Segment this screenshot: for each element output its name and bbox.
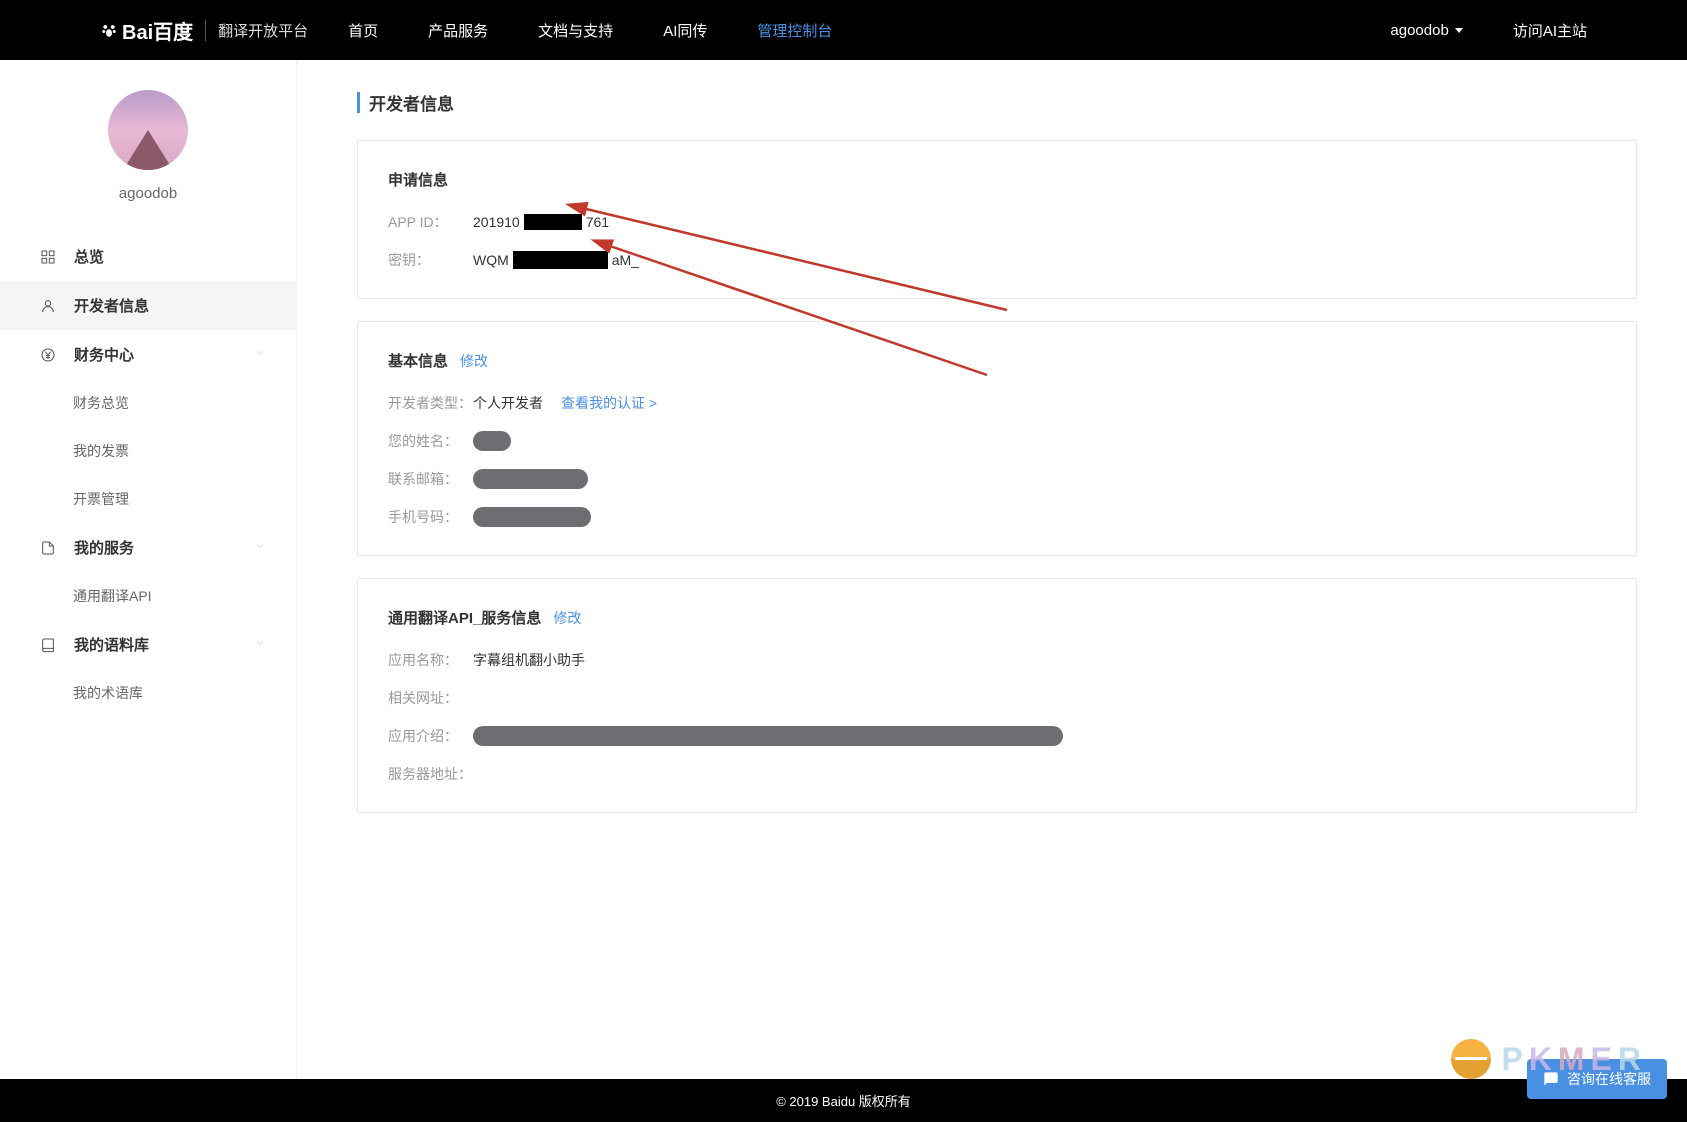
row-dev-type: 开发者类型： 个人开发者 查看我的认证 > <box>388 393 1606 413</box>
secret-value: WQMaM_ <box>473 251 639 269</box>
nav-docs[interactable]: 文档与支持 <box>538 20 613 41</box>
sidebar-label-corpus: 我的语料库 <box>74 634 149 655</box>
logo-area: Bai百度 翻译开放平台 <box>100 16 308 45</box>
logo-text: Bai百度 <box>122 16 193 45</box>
email-label: 联系邮箱： <box>388 469 473 489</box>
user-icon <box>40 298 56 314</box>
profile-area: agoodob <box>0 90 296 202</box>
chat-button[interactable]: 咨询在线客服 <box>1527 1059 1667 1099</box>
sidebar: agoodob 总览 开发者信息 财务中心 财务总览 我的发票 开票管理 我的服… <box>0 60 297 1079</box>
card-basic-info: 基本信息 修改 开发者类型： 个人开发者 查看我的认证 > 您的姓名： 联系邮箱… <box>357 321 1637 556</box>
modify-basic-link[interactable]: 修改 <box>460 351 488 371</box>
file-icon <box>40 540 56 556</box>
header-username: agoodob <box>1390 22 1448 39</box>
avatar[interactable] <box>108 90 188 170</box>
card-title-service: 通用翻译API_服务信息 修改 <box>388 607 1606 628</box>
page-title: 开发者信息 <box>357 90 1637 115</box>
main-content: 开发者信息 申请信息 APP ID： 201910761 <box>297 60 1687 1079</box>
footer: © 2019 Baidu 版权所有 <box>0 1079 1687 1122</box>
header-right: agoodob 访问AI主站 <box>1390 20 1587 41</box>
dev-type-label: 开发者类型： <box>388 393 473 413</box>
sidebar-label-services: 我的服务 <box>74 537 134 558</box>
secret-label: 密钥： <box>388 250 473 270</box>
redacted-name <box>473 431 511 451</box>
caret-down-icon <box>1455 28 1463 33</box>
top-header: Bai百度 翻译开放平台 首页 产品服务 文档与支持 AI同传 管理控制台 ag… <box>0 0 1687 60</box>
yen-icon <box>40 347 56 363</box>
row-server: 服务器地址： <box>388 764 1606 784</box>
app-id-label: APP ID： <box>388 212 473 232</box>
paw-icon <box>100 21 118 39</box>
chat-icon <box>1543 1071 1559 1087</box>
view-auth-link[interactable]: 查看我的认证 > <box>561 393 657 413</box>
sidebar-label-developer: 开发者信息 <box>74 295 149 316</box>
app-name-value: 字幕组机翻小助手 <box>473 650 585 670</box>
sidebar-item-overview[interactable]: 总览 <box>0 232 296 281</box>
redacted-intro <box>473 726 1063 746</box>
nav-ai-interp[interactable]: AI同传 <box>663 20 707 41</box>
chevron-down-icon <box>254 346 266 363</box>
row-secret: 密钥： WQMaM_ <box>388 250 1606 270</box>
card-apply-info: 申请信息 APP ID： 201910761 密钥： WQMaM_ <box>357 140 1637 299</box>
redacted-block <box>524 214 582 230</box>
chevron-down-icon <box>254 636 266 653</box>
redacted-phone <box>473 507 591 527</box>
row-app-id: APP ID： 201910761 <box>388 212 1606 232</box>
name-label: 您的姓名： <box>388 431 473 451</box>
app-id-value: 201910761 <box>473 214 609 230</box>
row-intro: 应用介绍： <box>388 726 1606 746</box>
nav-console[interactable]: 管理控制台 <box>757 20 832 41</box>
book-icon <box>40 637 56 653</box>
baidu-logo[interactable]: Bai百度 <box>100 16 193 45</box>
sidebar-menu: 总览 开发者信息 财务中心 财务总览 我的发票 开票管理 我的服务 通用翻译AP… <box>0 232 296 717</box>
modify-service-link[interactable]: 修改 <box>553 608 581 628</box>
phone-label: 手机号码： <box>388 507 473 527</box>
nav-products[interactable]: 产品服务 <box>428 20 488 41</box>
card-title-basic: 基本信息 修改 <box>388 350 1606 371</box>
sidebar-item-services[interactable]: 我的服务 <box>0 523 296 572</box>
chat-label: 咨询在线客服 <box>1567 1069 1651 1089</box>
copyright: © 2019 Baidu 版权所有 <box>776 1094 911 1109</box>
card-title-apply: 申请信息 <box>388 169 1606 190</box>
row-url: 相关网址： <box>388 688 1606 708</box>
row-phone: 手机号码： <box>388 507 1606 527</box>
nav-home[interactable]: 首页 <box>348 20 378 41</box>
sidebar-item-developer[interactable]: 开发者信息 <box>0 281 296 330</box>
intro-label: 应用介绍： <box>388 726 473 746</box>
server-label: 服务器地址： <box>388 764 473 784</box>
sidebar-item-finance[interactable]: 财务中心 <box>0 330 296 379</box>
sidebar-label-finance: 财务中心 <box>74 344 134 365</box>
url-label: 相关网址： <box>388 688 473 708</box>
ai-main-link[interactable]: 访问AI主站 <box>1513 20 1587 41</box>
container: agoodob 总览 开发者信息 财务中心 财务总览 我的发票 开票管理 我的服… <box>0 60 1687 1079</box>
sidebar-item-invoice-mgmt[interactable]: 开票管理 <box>0 475 296 523</box>
row-name: 您的姓名： <box>388 431 1606 451</box>
main-nav: 首页 产品服务 文档与支持 AI同传 管理控制台 <box>348 20 1390 41</box>
content-wrap: 申请信息 APP ID： 201910761 密钥： WQMaM_ <box>357 140 1637 813</box>
sidebar-item-finance-overview[interactable]: 财务总览 <box>0 379 296 427</box>
sidebar-item-corpus[interactable]: 我的语料库 <box>0 620 296 669</box>
card-service-info: 通用翻译API_服务信息 修改 应用名称： 字幕组机翻小助手 相关网址： 应用介… <box>357 578 1637 813</box>
sidebar-username: agoodob <box>0 185 296 202</box>
row-app-name: 应用名称： 字幕组机翻小助手 <box>388 650 1606 670</box>
platform-name[interactable]: 翻译开放平台 <box>205 20 308 41</box>
grid-icon <box>40 249 56 265</box>
app-name-label: 应用名称： <box>388 650 473 670</box>
dev-type-value: 个人开发者 <box>473 393 543 413</box>
sidebar-item-translate-api[interactable]: 通用翻译API <box>0 572 296 620</box>
row-email: 联系邮箱： <box>388 469 1606 489</box>
chevron-down-icon <box>254 539 266 556</box>
user-dropdown[interactable]: agoodob <box>1390 22 1462 39</box>
sidebar-item-glossary[interactable]: 我的术语库 <box>0 669 296 717</box>
sidebar-label-overview: 总览 <box>74 246 104 267</box>
redacted-email <box>473 469 588 489</box>
sidebar-item-my-invoice[interactable]: 我的发票 <box>0 427 296 475</box>
redacted-block <box>513 251 608 269</box>
